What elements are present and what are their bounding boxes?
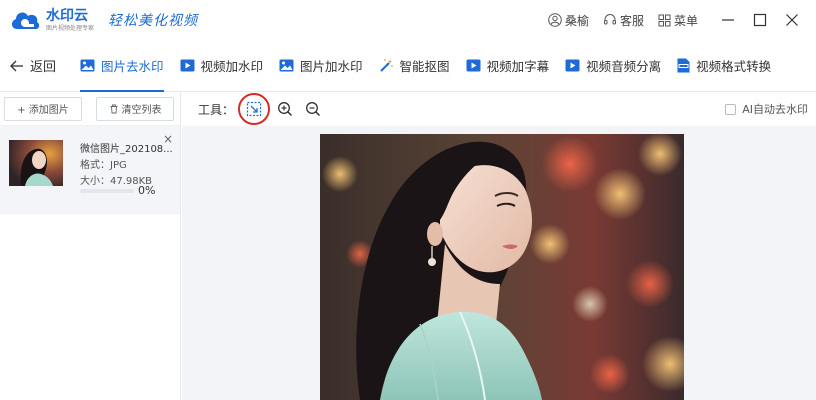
back-button[interactable]: 返回 (10, 56, 80, 75)
tab-label: 视频加水印 (200, 59, 264, 74)
tab-label: 视频音频分离 (586, 59, 662, 74)
ai-auto-remove-option[interactable]: AI自动去水印 (725, 92, 808, 126)
user-icon (548, 13, 562, 27)
zoom-out-button[interactable] (300, 96, 326, 122)
arrow-left-icon (10, 60, 23, 71)
tab-image-add-watermark[interactable]: 图片加水印 (279, 40, 363, 92)
maximize-icon (753, 13, 767, 27)
zoom-in-button[interactable] (272, 96, 298, 122)
tab-label: 视频加字幕 (486, 59, 550, 74)
close-button[interactable] (776, 0, 808, 40)
zoom-in-icon (278, 102, 293, 117)
service-label: 客服 (619, 13, 644, 28)
tab-video-add-watermark[interactable]: 视频加水印 (180, 40, 264, 92)
tab-video-add-subtitle[interactable]: 视频加字幕 (466, 40, 550, 92)
ai-auto-remove-checkbox[interactable] (725, 103, 737, 115)
back-label: 返回 (30, 60, 57, 75)
file-name: 微信图片_202108... (80, 144, 173, 155)
magic-wand-icon (379, 59, 393, 72)
app-subtitle: 图片视频处理专家 (46, 24, 95, 32)
tab-label: 智能抠图 (399, 59, 450, 74)
tool-bar: 工具： AI自动去水印 (182, 92, 816, 126)
menu-button[interactable]: 菜单 (658, 12, 698, 29)
mp4-icon (677, 58, 690, 73)
video-icon (565, 59, 580, 72)
clear-list-button[interactable]: 清空列表 (96, 96, 174, 121)
file-thumbnail (9, 140, 63, 186)
zoom-out-icon (306, 102, 321, 117)
minimize-button[interactable] (712, 0, 744, 40)
add-image-button[interactable]: + 添加图片 (4, 96, 82, 121)
app-slogan: 轻松美化视频 (108, 13, 199, 29)
tab-label: 图片加水印 (300, 59, 363, 74)
image-icon (279, 59, 294, 72)
remove-file-button[interactable]: × (163, 132, 173, 146)
ai-auto-remove-label: AI自动去水印 (742, 103, 808, 116)
video-icon (180, 59, 195, 72)
menu-label: 菜单 (673, 13, 698, 28)
trash-icon (110, 104, 117, 113)
cloud-logo-icon (8, 5, 42, 35)
tab-label: 图片去水印 (101, 59, 164, 74)
progress-percent: 0% (138, 184, 156, 197)
add-image-label: + 添加图片 (17, 105, 69, 116)
user-name: 桑榆 (564, 13, 589, 28)
file-list-panel: + 添加图片 清空列表 (0, 92, 181, 400)
tab-label: 视频格式转换 (696, 59, 772, 74)
clear-list-label: 清空列表 (121, 105, 162, 116)
file-format: 格式：JPG (80, 160, 127, 171)
tab-smart-cutout[interactable]: 智能抠图 (379, 40, 450, 92)
app-logo: 水印云 图片视频处理专家 (8, 5, 94, 35)
maximize-button[interactable] (744, 0, 776, 40)
file-list-actions: + 添加图片 清空列表 (0, 92, 180, 126)
minimize-icon (722, 19, 734, 21)
tab-video-audio-separate[interactable]: 视频音频分离 (565, 40, 661, 92)
selection-box-icon (246, 101, 262, 117)
image-icon (80, 59, 95, 72)
feature-tabs: 返回 图片去水印 视频加水印 图片加水印 智能抠图 视频加字幕 视频音频分离 视… (0, 40, 816, 92)
tab-video-format-convert[interactable]: 视频格式转换 (677, 40, 771, 92)
user-button[interactable]: 桑榆 (548, 12, 589, 29)
video-icon (466, 59, 481, 72)
app-name: 水印云 (46, 7, 88, 24)
preview-image[interactable] (320, 134, 684, 400)
select-area-tool[interactable] (238, 93, 271, 125)
title-bar: 水印云 图片视频处理专家 轻松美化视频 桑榆 客服 菜单 (0, 0, 816, 40)
preview-canvas[interactable] (182, 126, 816, 400)
grid-menu-icon (658, 14, 671, 26)
close-icon (786, 14, 798, 26)
service-button[interactable]: 客服 (603, 12, 644, 29)
progress-bar (80, 189, 134, 193)
headset-icon (603, 14, 616, 25)
tool-label: 工具： (198, 102, 235, 117)
tab-image-remove-watermark[interactable]: 图片去水印 (80, 40, 164, 92)
